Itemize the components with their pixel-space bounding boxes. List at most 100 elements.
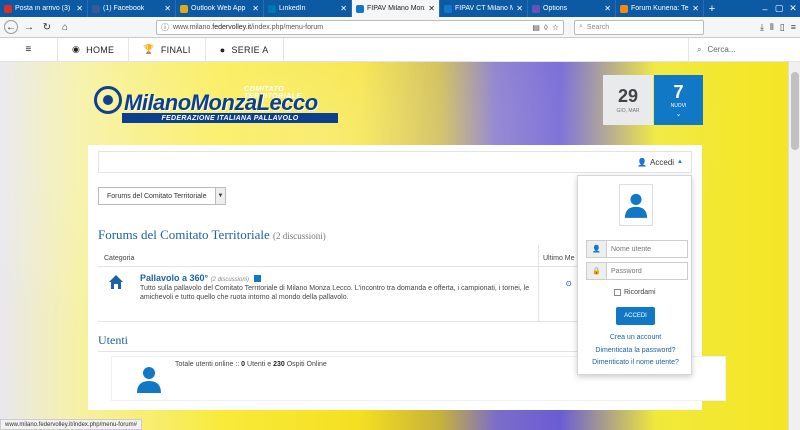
- minimize-icon[interactable]: –: [758, 0, 772, 17]
- tab-label: Options: [543, 5, 568, 12]
- tab-label: FIPAV Milano Monza: [367, 5, 426, 12]
- forgot-password-link[interactable]: Dimenticata la password?: [578, 347, 693, 354]
- pocket-icon[interactable]: ◊: [544, 23, 548, 32]
- menu-home[interactable]: ◉ HOME: [58, 37, 130, 62]
- close-icon[interactable]: ✕: [428, 4, 435, 13]
- category-title[interactable]: Pallavolo a 360° (2 discussioni): [140, 273, 261, 283]
- close-icon[interactable]: ✕: [164, 4, 171, 13]
- reload-icon[interactable]: ↻: [40, 20, 54, 34]
- chevron-down-icon: ⌄: [675, 110, 682, 118]
- rss-icon[interactable]: [253, 275, 261, 283]
- page-scrollbar[interactable]: [788, 62, 800, 430]
- utenti-title: Utenti: [98, 333, 128, 347]
- date-widget: 29 GIO, MAR: [603, 75, 653, 125]
- reader-icon[interactable]: ▤: [532, 23, 540, 32]
- home-icon: [109, 275, 123, 289]
- outlook-icon: [180, 4, 188, 13]
- menu-finali[interactable]: 🏆 FINALI: [129, 37, 206, 62]
- browser-search-input[interactable]: ⌕ Search: [574, 19, 704, 35]
- category-description: Tutto sulla pallavolo del Comitato Terri…: [140, 285, 530, 301]
- login-dropdown: 👤 🔒 Ricordami ACCEDI Crea un account Dim…: [577, 175, 692, 375]
- volleyball-icon: ◉: [72, 44, 81, 54]
- trophy-icon: 🏆: [143, 44, 155, 54]
- library-icon[interactable]: ⫴: [770, 22, 774, 33]
- tab-linkedin[interactable]: LinkedIn ✕: [264, 0, 352, 17]
- maximize-icon[interactable]: ▢: [772, 0, 786, 17]
- chevron-down-icon: ▼: [215, 188, 225, 204]
- close-icon[interactable]: ✕: [252, 4, 259, 13]
- user-icon: 👤: [587, 241, 607, 257]
- user-icon: 👤: [637, 157, 648, 167]
- date-label: GIO, MAR: [616, 107, 640, 114]
- joomla-icon: [620, 4, 628, 13]
- close-icon[interactable]: ✕: [516, 4, 523, 13]
- info-icon[interactable]: ⓘ: [161, 22, 169, 33]
- table-row: Pallavolo a 360° (2 discussioni) Tutto s…: [98, 269, 538, 321]
- tab-label: FIPAV CT Milano Mo: [455, 5, 514, 12]
- forum-section-title[interactable]: Forums del Comitato Territoriale (2 disc…: [98, 227, 326, 243]
- linkedin-icon: [268, 4, 276, 13]
- site-logo[interactable]: COMITATO TERRITORIALE MilanoMonzaLecco F…: [94, 78, 344, 123]
- col-categoria: Categoria: [104, 255, 135, 262]
- remember-checkbox[interactable]: [614, 289, 621, 296]
- window-close-icon[interactable]: ✕: [786, 0, 800, 17]
- home-icon[interactable]: ⌂: [58, 20, 72, 34]
- menu-icon[interactable]: ≡: [791, 22, 796, 33]
- username-input[interactable]: [607, 245, 683, 253]
- menu-label: HOME: [86, 44, 115, 55]
- login-avatar: [619, 184, 653, 226]
- close-icon[interactable]: ✕: [76, 4, 83, 13]
- tab-fipav-milano[interactable]: FIPAV Milano Monza ✕: [352, 0, 440, 17]
- tab-label: LinkedIn: [279, 5, 306, 12]
- forgot-username-link[interactable]: Dimenticato il nome utente?: [578, 359, 693, 366]
- tab-facebook[interactable]: (1) Facebook ✕: [88, 0, 176, 17]
- create-account-link[interactable]: Crea un account: [578, 334, 693, 341]
- tab-options[interactable]: Options ✕: [528, 0, 616, 17]
- address-bar[interactable]: ⓘ www.milano.federvolley.it/index.php/me…: [156, 19, 564, 35]
- hamburger-menu-icon[interactable]: ≡: [0, 37, 58, 62]
- news-widget[interactable]: 7 NUOVI ⌄: [654, 75, 703, 125]
- back-icon[interactable]: ←: [4, 20, 18, 34]
- site-search-input[interactable]: ⌕ Cerca...: [688, 37, 800, 62]
- username-field[interactable]: 👤: [586, 240, 688, 258]
- download-icon[interactable]: ⤓: [760, 22, 764, 33]
- close-icon[interactable]: ✕: [604, 4, 611, 13]
- close-icon[interactable]: ✕: [340, 4, 347, 13]
- toolbar-icons: ⤓ ⫴ ▯ ≡: [760, 22, 796, 33]
- scrollbar-thumb[interactable]: [791, 72, 799, 150]
- sidebar-icon[interactable]: ▯: [780, 22, 785, 33]
- forum-select[interactable]: Forums del Comitato Territoriale ▼: [98, 187, 226, 205]
- tab-fipav-ct[interactable]: FIPAV CT Milano Mo ✕: [440, 0, 528, 17]
- facebook-icon: [92, 4, 100, 13]
- menu-serie-a[interactable]: ● SERIE A: [206, 37, 284, 62]
- password-input[interactable]: [607, 267, 683, 275]
- caret-up-icon[interactable]: ▲: [677, 159, 683, 165]
- password-field[interactable]: 🔒: [586, 262, 688, 280]
- tab-outlook[interactable]: Outlook Web App ✕: [176, 0, 264, 17]
- forum-count: (2 discussioni): [273, 231, 326, 241]
- search-icon: ⌕: [697, 44, 702, 54]
- login-button[interactable]: ACCEDI: [616, 307, 655, 325]
- last-post-icon[interactable]: ʘ: [566, 281, 576, 291]
- close-icon[interactable]: ✕: [692, 4, 699, 13]
- search-icon: ⌕: [579, 23, 583, 30]
- ball-icon: ●: [219, 44, 226, 55]
- tab-label: Outlook Web App: [191, 5, 246, 12]
- logo-federazione: FEDERAZIONE ITALIANA PALLAVOLO: [122, 113, 338, 123]
- bookmark-star-icon[interactable]: ☆: [552, 23, 559, 32]
- forward-icon[interactable]: →: [22, 20, 36, 34]
- tab-posta[interactable]: Posta in arrivo (3) ✕: [0, 0, 88, 17]
- date-day: 29: [617, 85, 639, 106]
- browser-navbar: ← → ↻ ⌂ ⓘ www.milano.federvolley.it/inde…: [0, 17, 800, 38]
- remember-me[interactable]: Ricordami: [614, 289, 656, 296]
- new-tab-button[interactable]: +: [704, 0, 720, 17]
- remember-label: Ricordami: [624, 289, 656, 296]
- category-title-text: Pallavolo a 360°: [140, 273, 209, 283]
- col-ultimo: Ultimo Me: [543, 255, 575, 262]
- site-menu: ≡ ◉ HOME 🏆 FINALI ● SERIE A ⌕ Cerca...: [0, 37, 800, 62]
- tab-forum-kunena[interactable]: Forum Kunena: Tema✕: [616, 0, 704, 17]
- accedi-link[interactable]: Accedi: [650, 158, 674, 167]
- news-label: NUOVI: [670, 102, 687, 109]
- url-text[interactable]: www.milano.federvolley.it/index.php/menu…: [173, 24, 528, 31]
- login-bar: 👤 Accedi ▲: [98, 151, 692, 173]
